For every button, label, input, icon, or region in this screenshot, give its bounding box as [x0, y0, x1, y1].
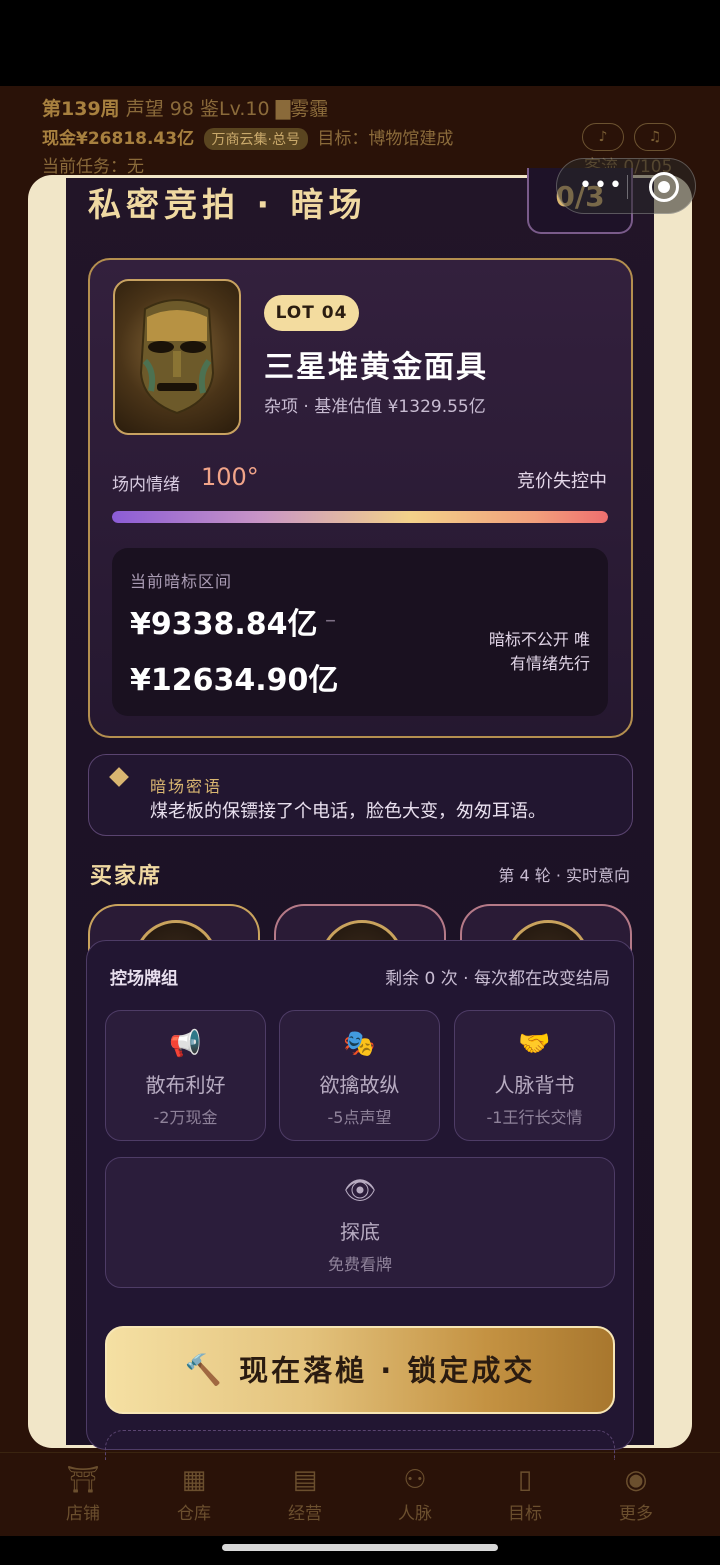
whisper-title: 暗场密语 [150, 777, 223, 796]
card-name: 散布利好 [145, 1073, 226, 1097]
more-icon: ◉ [624, 1465, 648, 1495]
shop-icon: ⛩ [66, 1465, 100, 1495]
home-indicator [222, 1544, 498, 1551]
more-dots-icon[interactable]: ••• [579, 173, 624, 198]
mood-meter-fill [112, 511, 608, 523]
tab-label: 更多 [619, 1504, 653, 1524]
mood-label: 场内情绪 [112, 475, 180, 495]
cash-label: 现金¥26818.43亿 [42, 129, 195, 149]
lot-badge: LOT 04 [264, 295, 359, 331]
tab-operations[interactable]: ▤ 经营 [250, 1465, 360, 1524]
mask-illustration [139, 299, 215, 415]
capsule-divider [627, 175, 628, 199]
masks-icon: 🎭 [343, 1029, 376, 1059]
bid-range-label: 当前暗标区间 [130, 572, 233, 591]
contacts-icon: ⚇ [403, 1465, 427, 1495]
background-cash-row: 现金¥26818.43亿 万商云集·总号 目标：博物馆建成 [42, 124, 453, 150]
card-name: 欲擒故纵 [319, 1073, 400, 1097]
megaphone-icon: 📢 [169, 1029, 202, 1059]
tab-shop[interactable]: ⛩ 店铺 [28, 1465, 138, 1524]
tab-label: 经营 [288, 1504, 322, 1524]
card-name: 人脉背书 [494, 1073, 575, 1097]
tab-warehouse[interactable]: ▦ 仓库 [139, 1465, 249, 1524]
card-cost: -1王行长交情 [486, 1108, 583, 1127]
bid-range-note: 暗标不公开 唯有情绪先行 [488, 630, 590, 673]
control-deck-title: 控场牌组 [110, 969, 178, 989]
buyer-seats-title: 买家席 [90, 864, 163, 889]
control-remaining: 剩余 0 次 · 每次都在改变结局 [385, 969, 610, 989]
tab-contacts[interactable]: ⚇ 人脉 [360, 1465, 470, 1524]
card-name: 探底 [340, 1220, 380, 1244]
reputation-value: 98 [169, 98, 194, 120]
mood-status: 竞价失控中 [517, 471, 607, 492]
card-spread-good-news[interactable]: 📢 散布利好 -2万现金 [105, 1010, 266, 1141]
round-label: 第 4 轮 · 实时意向 [498, 866, 630, 885]
company-pill: 万商云集·总号 [203, 128, 308, 150]
bottom-tab-bar: ⛩ 店铺 ▦ 仓库 ▤ 经营 ⚇ 人脉 ▯ 目标 ◉ 更多 [0, 1452, 720, 1536]
appraise-level: 鉴Lv.10 [200, 98, 270, 120]
tab-goals[interactable]: ▯ 目标 [470, 1465, 580, 1524]
card-play-hard-to-get[interactable]: 🎭 欲擒故纵 -5点声望 [279, 1010, 440, 1141]
tab-label: 店铺 [66, 1504, 100, 1524]
tab-label: 人脉 [398, 1504, 432, 1524]
tab-more[interactable]: ◉ 更多 [581, 1465, 691, 1524]
card-network-endorse[interactable]: 🤝 人脉背书 -1王行长交情 [454, 1010, 615, 1141]
week-label: 第139周 [42, 98, 120, 120]
tab-label: 目标 [508, 1504, 542, 1524]
weather-label: ▇雾霾 [275, 98, 329, 120]
hammer-icon: 🔨 [184, 1352, 223, 1388]
modal-title: 私密竞拍 · 暗场 [88, 185, 367, 224]
target-close-icon[interactable] [649, 172, 679, 202]
bid-range-high: ¥12634.90亿 [130, 663, 339, 698]
warehouse-icon: ▦ [181, 1465, 207, 1495]
dashed-divider [105, 1430, 615, 1460]
lot-meta: 杂项 · 基准估值 ¥1329.55亿 [264, 397, 486, 417]
mood-value: 100° [201, 463, 259, 491]
speaker-icon[interactable]: ♪ [582, 123, 624, 151]
handshake-icon: 🤝 [518, 1029, 551, 1059]
goal-label: 目标：博物馆建成 [317, 129, 454, 149]
bid-range-dash: – [325, 608, 336, 633]
task-label: 当前任务：无 [42, 157, 144, 177]
lot-name: 三星堆黄金面具 [264, 350, 488, 385]
card-peek[interactable]: 👁 探底 免费看牌 [105, 1157, 615, 1288]
goals-icon: ▯ [517, 1465, 533, 1495]
music-icon[interactable]: ♫ [634, 123, 676, 151]
hammer-lock-deal-button[interactable]: 🔨 现在落槌 · 锁定成交 [105, 1326, 615, 1414]
operations-icon: ▤ [292, 1465, 318, 1495]
mood-meter [112, 511, 608, 523]
hammer-button-label: 现在落槌 · 锁定成交 [239, 1353, 536, 1388]
mini-program-capsule: ••• [556, 158, 696, 214]
background-task-row: 当前任务：无 [42, 152, 144, 177]
tab-label: 仓库 [177, 1504, 211, 1524]
card-cost: 免费看牌 [327, 1255, 392, 1274]
background-stats-row: 第139周 声望 98 鉴Lv.10 ▇雾霾 [42, 94, 328, 121]
reputation-label: 声望 [125, 98, 164, 120]
eye-icon: 👁 [343, 1176, 377, 1206]
card-cost: -5点声望 [327, 1108, 392, 1127]
card-cost: -2万现金 [153, 1108, 218, 1127]
bid-range-low: ¥9338.84亿 [130, 607, 318, 642]
golden-mask-image [113, 279, 241, 435]
whisper-text: 煤老板的保镖接了个电话，脸色大变，匆匆耳语。 [150, 801, 546, 822]
